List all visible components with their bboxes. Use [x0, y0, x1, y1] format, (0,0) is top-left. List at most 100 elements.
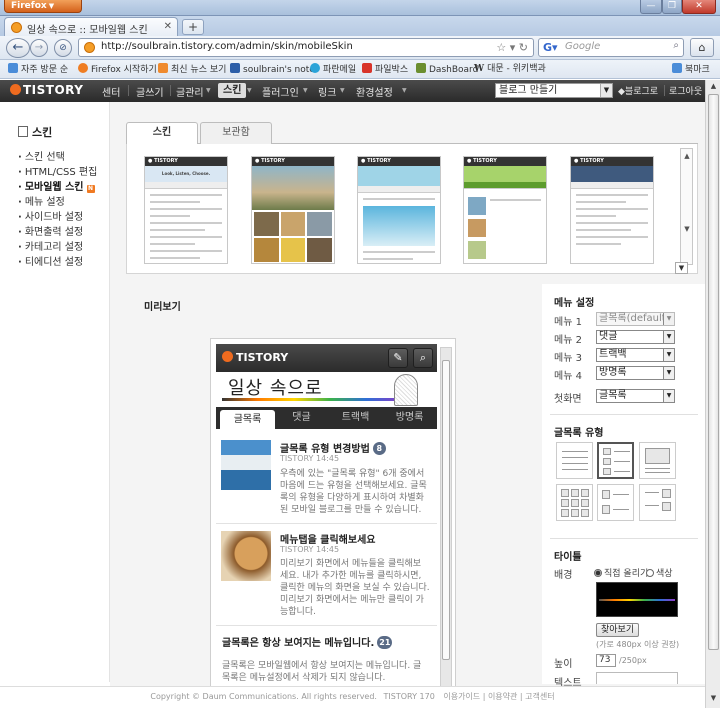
thumbnail-tabs	[571, 182, 653, 189]
bookmark-most-visited[interactable]: 자주 방문 순	[8, 63, 68, 77]
tab-close-icon[interactable]: ✕	[164, 21, 172, 32]
scroll-up-icon[interactable]: ▲	[682, 152, 692, 160]
menu-skin[interactable]: 스킨	[218, 83, 247, 98]
menu-settings[interactable]: 환경설정	[356, 84, 393, 99]
preview-tab-comments[interactable]: 댓글	[274, 407, 329, 429]
scrollbar-thumb[interactable]	[708, 94, 719, 650]
footer-link-guide[interactable]: 이용가이드	[443, 692, 480, 701]
height-input[interactable]: 73	[596, 654, 616, 667]
wikipedia-icon: W	[474, 64, 485, 74]
scroll-down-icon[interactable]: ▼	[708, 694, 719, 705]
sidebar-item-html-css[interactable]: HTML/CSS 편집	[18, 163, 97, 178]
blog-select[interactable]: 블로그 만들기 ▼	[495, 83, 613, 98]
select-value: 트랙백	[599, 349, 627, 360]
page-scrollbar[interactable]: ▲ ▼	[705, 80, 720, 708]
list-type-grid[interactable]	[556, 484, 593, 521]
skin-thumbnail[interactable]: ● TISTORY Look, Listen, Choose.	[144, 156, 228, 264]
list-type-summary[interactable]	[639, 484, 676, 521]
text-color-field[interactable]	[596, 672, 678, 684]
menu-3-select[interactable]: 트랙백 ▼	[596, 348, 675, 362]
bookmark-wikipedia[interactable]: W 대문 - 위키백과	[474, 63, 546, 77]
sidebar-item-t-edition[interactable]: 티에디션 설정	[18, 253, 83, 268]
maximize-button[interactable]: ❐	[662, 0, 682, 14]
preview-post[interactable]: 메뉴탭을 클릭해보세요 TISTORY 14:45 미리보기 화면에서 메뉴들을…	[216, 529, 437, 621]
skin-thumbnail[interactable]: ● TISTORY	[463, 156, 547, 264]
menu-link[interactable]: 링크	[318, 84, 336, 99]
preview-post[interactable]: 글목록은 항상 보여지는 메뉴입니다. 21 글목록은 모바일웹에서 항상 보여지…	[216, 632, 437, 687]
scrollbar-thumb[interactable]	[442, 360, 450, 660]
first-screen-select[interactable]: 글목록 ▼	[596, 389, 675, 403]
menu-posts[interactable]: 글관리	[176, 84, 204, 99]
radio-label: 색상	[656, 569, 673, 579]
background-direct-radio[interactable]: 직접 올리기	[594, 566, 648, 579]
skin-thumbnail[interactable]: ● TISTORY	[251, 156, 335, 264]
background-color-radio[interactable]: 색상	[646, 566, 673, 579]
preview-tab-guestbook[interactable]: 방명록	[382, 407, 437, 429]
bookmark-filebox[interactable]: 파일박스	[362, 63, 408, 77]
preview-write-button[interactable]: ✎	[388, 348, 408, 368]
menu-3-label: 메뉴 3	[554, 353, 582, 364]
menu-write[interactable]: 글쓰기	[136, 84, 164, 99]
scroll-up-icon[interactable]: ▲	[708, 82, 719, 93]
blog-select-value: 블로그 만들기	[499, 85, 558, 96]
browse-button[interactable]: 찾아보기	[596, 623, 640, 637]
sidebar-item-mobile-skin[interactable]: 모바일웹 스킨N	[18, 178, 95, 193]
footer-link-support[interactable]: 고객센터	[525, 692, 554, 701]
firefox-menu-button[interactable]: Firefox ▼	[4, 0, 82, 13]
address-bar[interactable]: http://soulbrain.tistory.com/admin/skin/…	[78, 38, 534, 57]
menu-plugin[interactable]: 플러그인	[262, 84, 299, 99]
menu-2-select[interactable]: 댓글 ▼	[596, 330, 675, 344]
post-meta: TISTORY 14:45	[280, 454, 340, 463]
history-button[interactable]: ⊘	[54, 39, 72, 57]
back-button[interactable]: ←	[6, 38, 30, 58]
menu-1-label: 메뉴 1	[554, 317, 582, 328]
preview-tab-trackbacks[interactable]: 트랙백	[328, 407, 383, 429]
skin-thumbnail[interactable]: ● TISTORY	[357, 156, 441, 264]
preview-scrollbar[interactable]	[440, 347, 452, 687]
list-type-date-list[interactable]	[597, 484, 634, 521]
bookmarks-menu[interactable]: 북마크	[672, 63, 710, 77]
logout-link[interactable]: 로그아웃	[669, 84, 702, 97]
reload-icon[interactable]: ↻	[519, 41, 528, 54]
footer-link-terms[interactable]: 이용약관	[488, 692, 517, 701]
preview-post[interactable]: 글목록 유형 변경방법 8 TISTORY 14:45 우측에 있는 "글목록 유…	[216, 437, 437, 523]
thumbnail-scrollbar[interactable]: ▲ ▼	[680, 148, 693, 265]
forward-button[interactable]: →	[30, 39, 48, 57]
preview-tab-posts[interactable]: 글목록	[220, 410, 275, 429]
search-input[interactable]: G▾ Google ⌕	[538, 38, 684, 57]
scroll-down-icon[interactable]: ▼	[682, 225, 692, 233]
excerpt-line: 된 모바일 블로그를 만들 수 있습니다.	[280, 505, 422, 515]
bookmark-news[interactable]: 최신 뉴스 보기	[158, 63, 226, 77]
tab-archive[interactable]: 보관함	[200, 122, 272, 144]
new-tab-button[interactable]: +	[182, 19, 204, 35]
list-type-thumbnail-list[interactable]	[597, 442, 634, 479]
list-type-large-image[interactable]	[639, 442, 676, 479]
sidebar-item-category-settings[interactable]: 카테고리 설정	[18, 238, 83, 253]
browser-tab[interactable]: 일상 속으로 :: 모바일웹 스킨 ✕	[4, 17, 178, 36]
list-type-text-lines[interactable]	[556, 442, 593, 479]
sidebar-item-skin-select[interactable]: 스킨 선택	[18, 148, 65, 163]
google-icon[interactable]: G▾	[543, 41, 558, 54]
bookmark-firefox-start[interactable]: Firefox 시작하기	[78, 63, 157, 77]
menu-4-select[interactable]: 방명록 ▼	[596, 366, 675, 380]
menu-center[interactable]: 센터	[102, 84, 120, 99]
bookmark-star-icon[interactable]: ☆ ▾ ↻	[496, 41, 528, 54]
go-to-blog-link[interactable]: ◆블로그로	[618, 84, 658, 97]
bookmark-paran-mail[interactable]: 파란메일	[310, 63, 356, 77]
bookmark-dashboard[interactable]: DashBoard	[416, 63, 478, 77]
thumbnail-more-button[interactable]: ▼	[675, 262, 688, 274]
bookmark-soulbrain[interactable]: soulbrain's note	[230, 63, 315, 77]
banner-rainbow-line	[222, 398, 402, 401]
skin-thumbnail[interactable]: ● TISTORY	[570, 156, 654, 264]
sidebar-item-sidebar-settings[interactable]: 사이드바 설정	[18, 208, 83, 223]
tab-skin[interactable]: 스킨	[126, 122, 198, 145]
sidebar-item-menu-settings[interactable]: 메뉴 설정	[18, 193, 65, 208]
search-icon[interactable]: ⌕	[673, 40, 679, 51]
close-window-button[interactable]: ✕	[682, 0, 716, 14]
home-button[interactable]: ⌂	[690, 38, 714, 57]
sidebar-item-display-settings[interactable]: 화면출력 설정	[18, 223, 83, 238]
preview-search-button[interactable]: ⌕	[413, 348, 433, 368]
tistory-logo[interactable]: TISTORY	[10, 83, 83, 97]
firefox-icon	[78, 63, 88, 73]
minimize-button[interactable]: —	[640, 0, 662, 14]
